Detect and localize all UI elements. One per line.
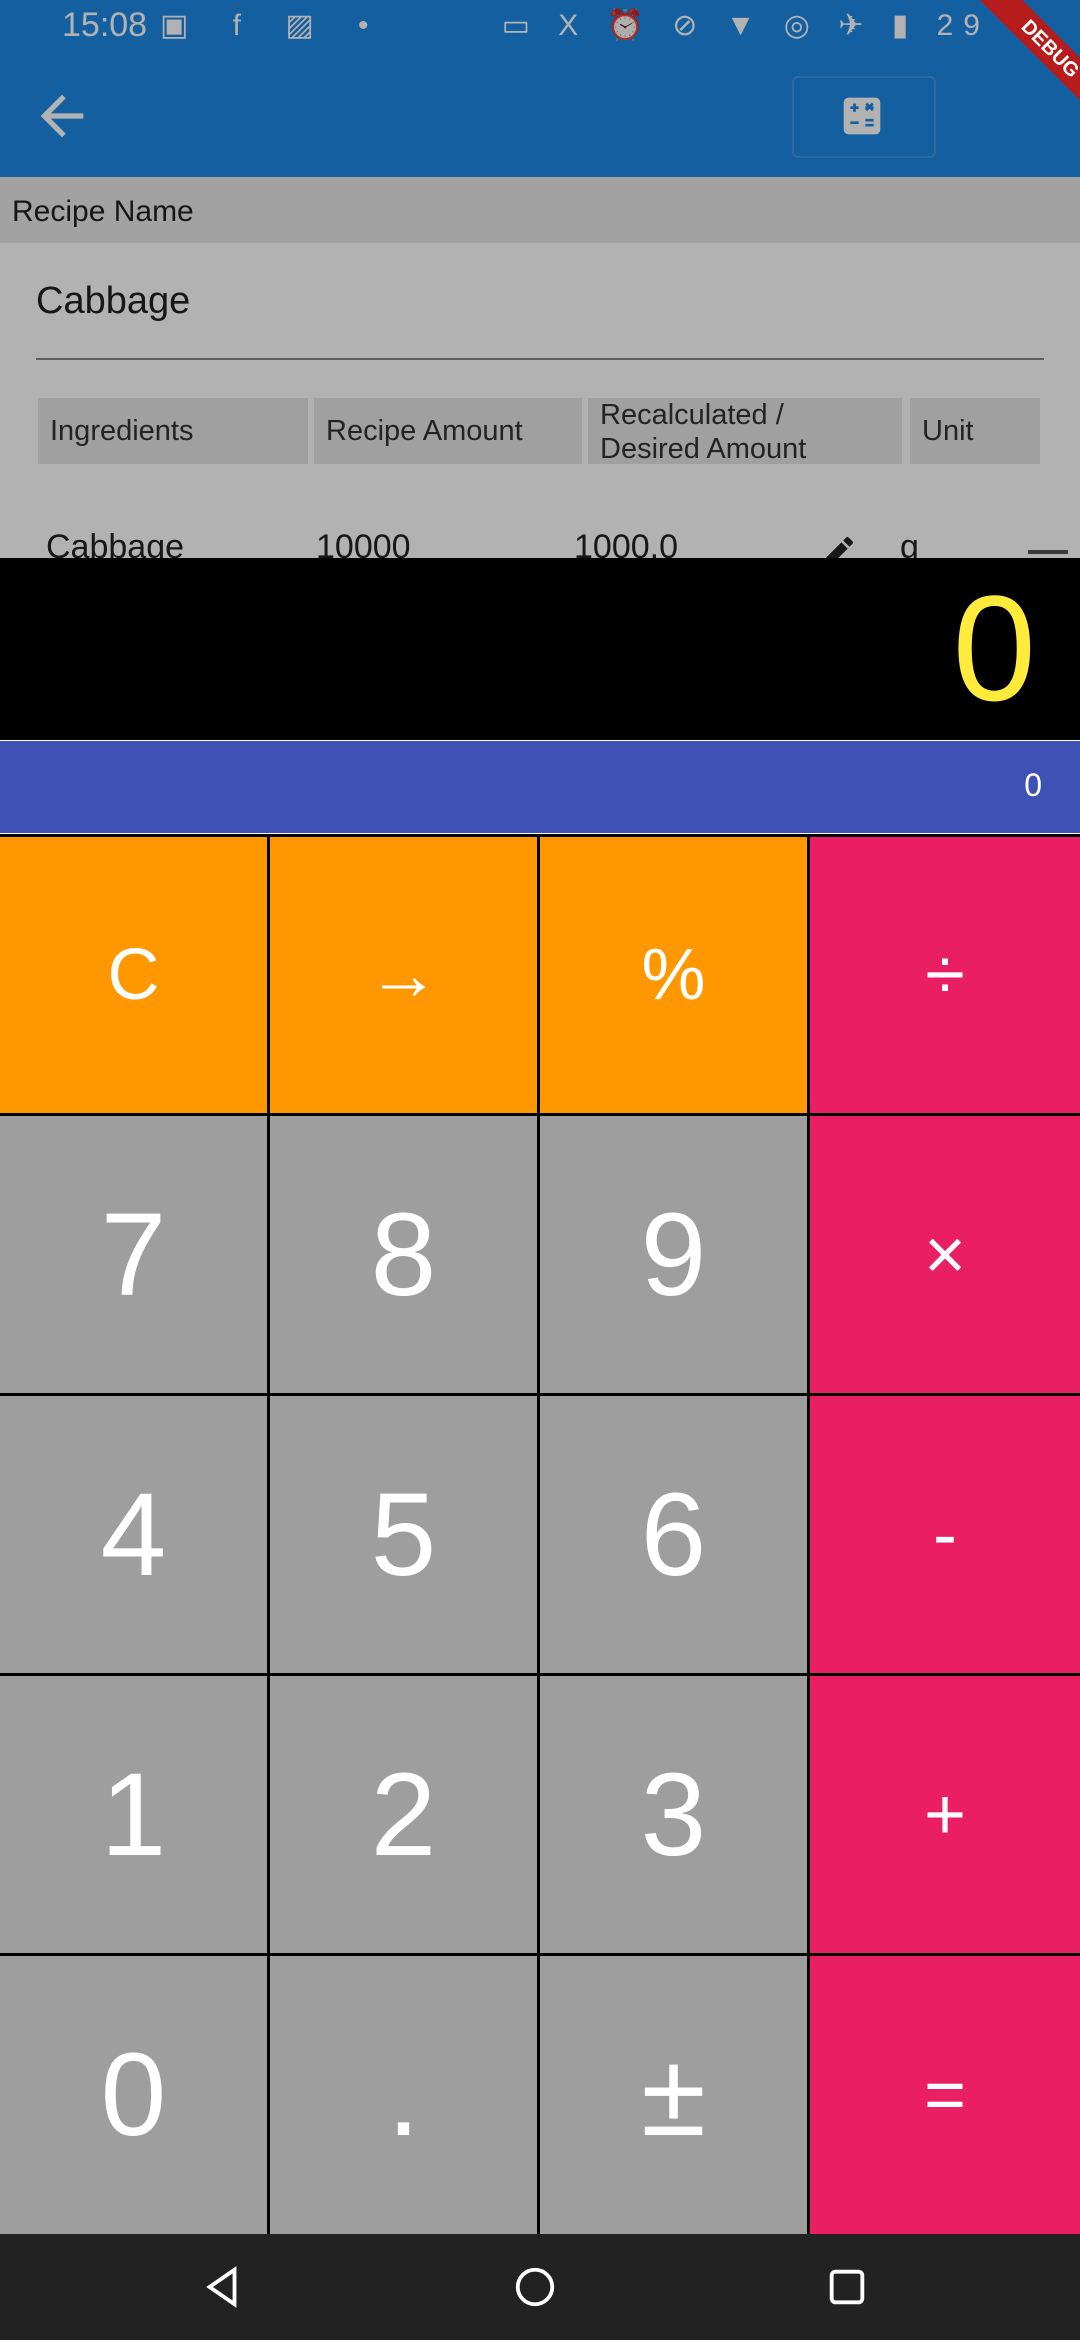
equals-button[interactable]: = xyxy=(810,1956,1080,2234)
nav-home-icon[interactable] xyxy=(512,2264,558,2310)
digit-8-button[interactable]: 8 xyxy=(270,1116,537,1393)
calculator-keypad: C → % ÷ 7 8 9 × 4 5 6 - 1 2 3 + 0 . ± = xyxy=(0,834,1080,2234)
display-value: 0 xyxy=(952,564,1036,732)
digit-4-button[interactable]: 4 xyxy=(0,1396,267,1673)
divide-button[interactable]: ÷ xyxy=(810,837,1080,1113)
digit-2-button[interactable]: 2 xyxy=(270,1676,537,1953)
decimal-point-button[interactable]: . xyxy=(270,1956,537,2234)
digit-3-button[interactable]: 3 xyxy=(540,1676,807,1953)
multiply-button[interactable]: × xyxy=(810,1116,1080,1393)
nav-back-icon[interactable] xyxy=(200,2264,246,2310)
digit-7-button[interactable]: 7 xyxy=(0,1116,267,1393)
modal-barrier[interactable] xyxy=(0,0,1080,560)
add-button[interactable]: + xyxy=(810,1676,1080,1953)
nav-recents-icon[interactable] xyxy=(824,2264,870,2310)
digit-1-button[interactable]: 1 xyxy=(0,1676,267,1953)
plus-minus-button[interactable]: ± xyxy=(540,1956,807,2234)
history-value: 0 xyxy=(1024,767,1042,803)
digit-0-button[interactable]: 0 xyxy=(0,1956,267,2234)
debug-banner-label: DEBUG xyxy=(961,0,1080,130)
clear-button[interactable]: C xyxy=(0,837,267,1113)
digit-6-button[interactable]: 6 xyxy=(540,1396,807,1673)
digit-9-button[interactable]: 9 xyxy=(540,1116,807,1393)
system-navigation-bar xyxy=(0,2234,1080,2340)
calculator-display: 0 xyxy=(0,558,1080,740)
percent-button[interactable]: % xyxy=(540,837,807,1113)
debug-banner: DEBUG xyxy=(950,0,1080,130)
backspace-button[interactable]: → xyxy=(270,837,537,1113)
subtract-button[interactable]: - xyxy=(810,1396,1080,1673)
calculator-history: 0 xyxy=(0,741,1080,833)
digit-5-button[interactable]: 5 xyxy=(270,1396,537,1673)
recipe-page: 15:08 ▣ f ▨ • ▭ X ⏰ ⊘ ▼ ◎ ✈ ▮ 29 Recipe … xyxy=(0,0,1080,560)
